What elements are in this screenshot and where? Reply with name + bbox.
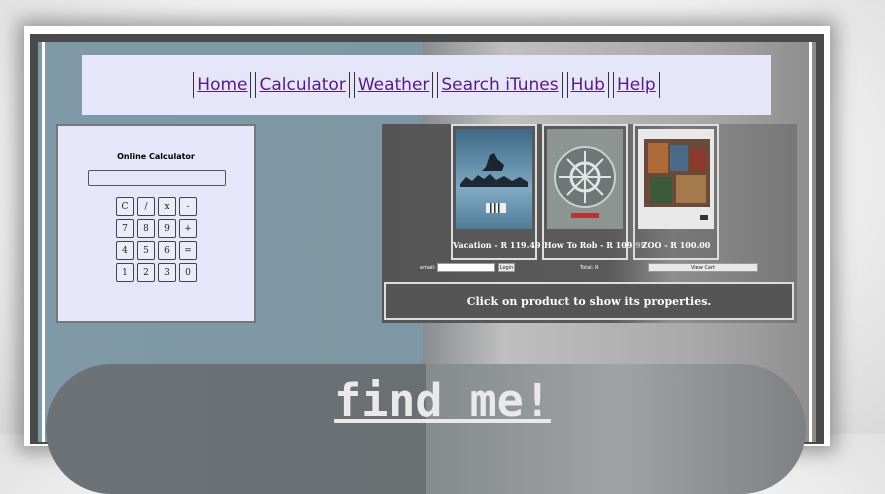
key-1[interactable]: 1 xyxy=(116,263,134,282)
nav-help-link[interactable]: Help xyxy=(612,72,660,98)
login-button[interactable]: Login xyxy=(498,263,515,272)
top-nav: Home Calculator Weather Search iTunes Hu… xyxy=(82,55,771,115)
nav-weather-link[interactable]: Weather xyxy=(353,72,434,98)
product-caption: How To Rob - R 109.99 xyxy=(544,240,647,250)
key-add[interactable]: + xyxy=(179,219,197,238)
email-label: email: xyxy=(420,265,436,271)
key-7[interactable]: 7 xyxy=(116,219,134,238)
key-2[interactable]: 2 xyxy=(137,263,155,282)
key-divide[interactable]: / xyxy=(137,197,155,216)
album-art-zoo xyxy=(638,129,714,229)
key-subtract[interactable]: - xyxy=(179,197,197,216)
nav-search-itunes-link[interactable]: Search iTunes xyxy=(437,72,563,98)
calculator-panel: Online Calculator C / x - 7 8 9 + 4 5 6 … xyxy=(56,124,256,323)
key-4[interactable]: 4 xyxy=(116,241,134,260)
key-0[interactable]: 0 xyxy=(179,263,197,282)
album-art-how-to-rob xyxy=(547,129,623,229)
product-caption: Vacation - R 119.49 xyxy=(453,240,541,250)
find-me-link[interactable]: find me! xyxy=(0,377,885,425)
calculator-display[interactable] xyxy=(88,170,226,186)
calculator-keypad: C / x - 7 8 9 + 4 5 6 = 1 2 3 0 xyxy=(116,197,200,282)
product-caption: ZOO - R 100.00 xyxy=(641,240,711,250)
key-clear[interactable]: C xyxy=(116,197,134,216)
product-card-zoo[interactable]: ZOO - R 100.00 xyxy=(633,124,719,260)
key-3[interactable]: 3 xyxy=(158,263,176,282)
calculator-title: Online Calculator xyxy=(117,152,195,161)
key-8[interactable]: 8 xyxy=(137,219,155,238)
cart-total: Total: R xyxy=(580,265,599,271)
itunes-shop-panel: Vacation - R 119.49 How To Rob - R 109.9… xyxy=(382,124,797,323)
album-art-vacation xyxy=(456,129,532,229)
nav-calculator-link[interactable]: Calculator xyxy=(255,72,350,98)
key-equals[interactable]: = xyxy=(179,241,197,260)
shop-toolbar: email: Login Total: R View Cart xyxy=(382,262,797,274)
product-properties-panel: Click on product to show its properties. xyxy=(384,282,794,320)
key-5[interactable]: 5 xyxy=(137,241,155,260)
key-6[interactable]: 6 xyxy=(158,241,176,260)
product-card-vacation[interactable]: Vacation - R 119.49 xyxy=(451,124,541,260)
product-list: Vacation - R 119.49 How To Rob - R 109.9… xyxy=(451,124,719,261)
product-card-how-to-rob[interactable]: How To Rob - R 109.99 xyxy=(542,124,647,260)
nav-hub-link[interactable]: Hub xyxy=(566,72,609,98)
email-field[interactable] xyxy=(437,263,495,272)
view-cart-button[interactable]: View Cart xyxy=(648,263,758,272)
key-multiply[interactable]: x xyxy=(158,197,176,216)
nav-home-link[interactable]: Home xyxy=(193,72,252,98)
key-9[interactable]: 9 xyxy=(158,219,176,238)
